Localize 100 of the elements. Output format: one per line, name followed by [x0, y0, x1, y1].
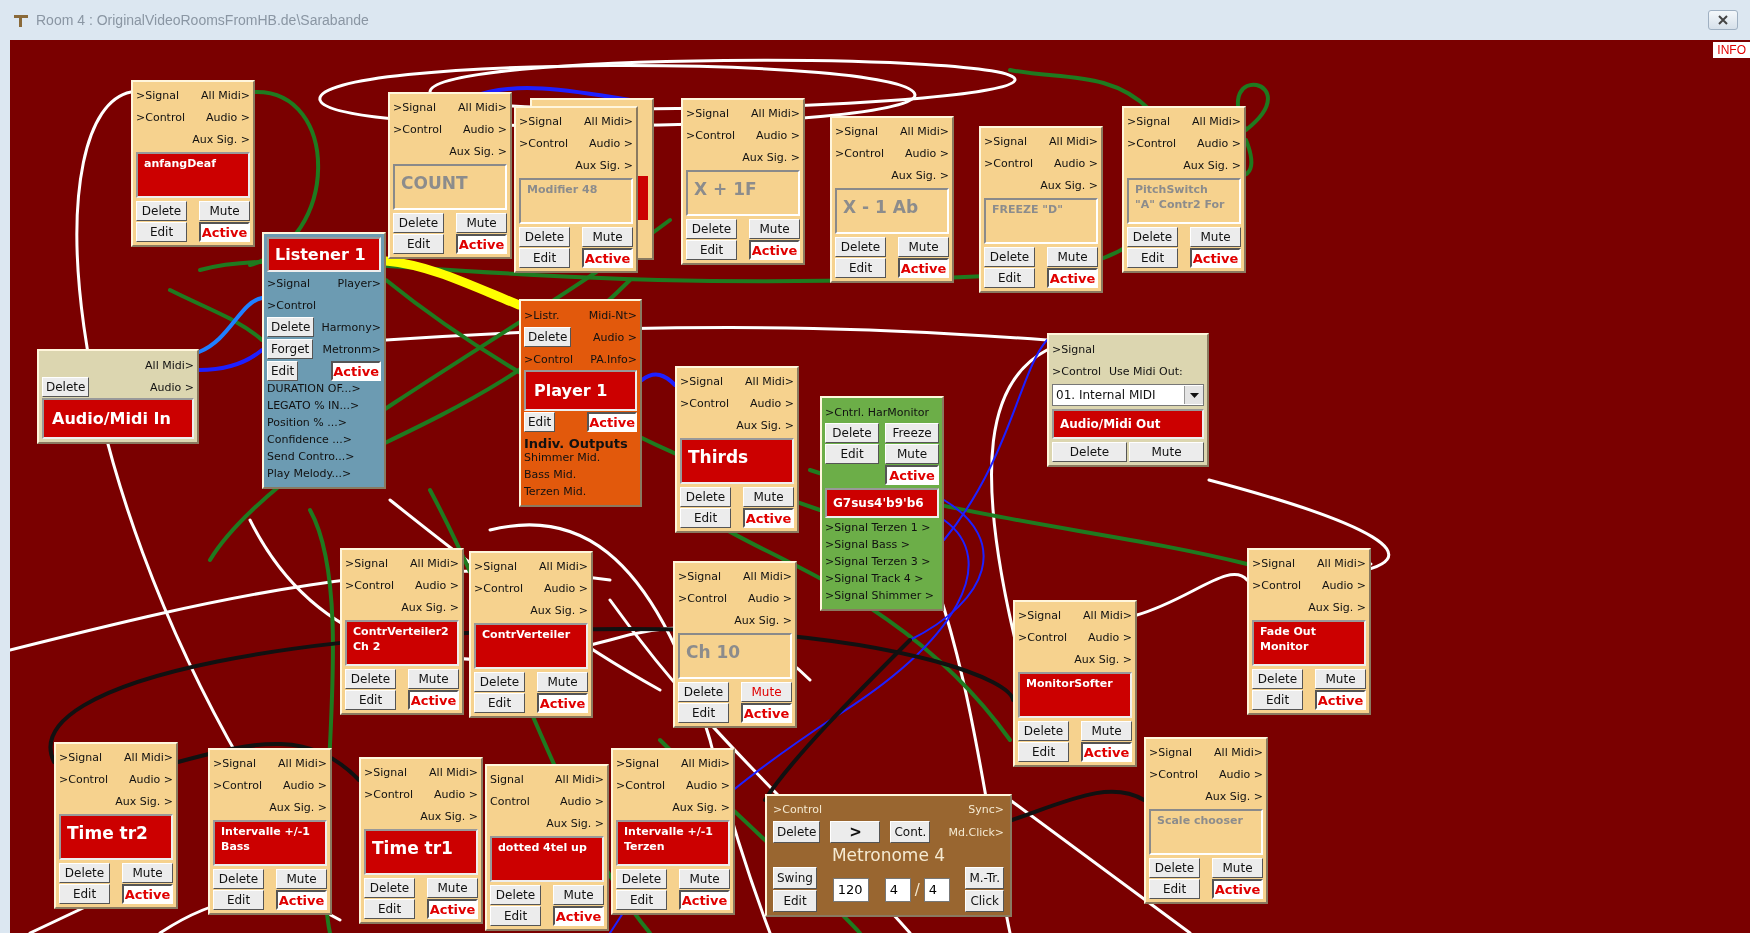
delete-button[interactable]: Delete	[393, 213, 444, 233]
active-indicator[interactable]: Active	[1190, 248, 1241, 268]
forget-button[interactable]: Forget	[267, 339, 314, 359]
active-indicator[interactable]: Active	[427, 899, 478, 919]
delete-button[interactable]: Delete	[474, 672, 525, 692]
delete-button[interactable]: Delete	[835, 237, 886, 257]
delete-button[interactable]: Delete	[59, 863, 110, 883]
mute-button[interactable]: Mute	[122, 863, 173, 883]
delete-button[interactable]: Delete	[1149, 858, 1200, 878]
active-indicator[interactable]: Active	[276, 890, 327, 910]
beats-field[interactable]: 4	[884, 877, 911, 902]
midi-out-select[interactable]: 01. Internal MIDI	[1052, 384, 1204, 406]
mute-button[interactable]: Mute	[1081, 721, 1132, 741]
mute-button[interactable]: Mute	[199, 201, 250, 221]
info-link[interactable]: INFO	[1713, 42, 1750, 58]
mute-button[interactable]: Mute	[885, 444, 939, 464]
mute-button[interactable]: Mute	[276, 869, 327, 889]
edit-button[interactable]: Edit	[1149, 879, 1200, 899]
active-indicator[interactable]: Active	[587, 412, 637, 432]
active-indicator[interactable]: Active	[199, 222, 250, 242]
edit-button[interactable]: Edit	[825, 444, 879, 464]
continue-button[interactable]: Cont.	[890, 821, 931, 843]
mute-button[interactable]: Mute	[408, 669, 459, 689]
edit-button[interactable]: Edit	[213, 890, 264, 910]
edit-button[interactable]: Edit	[835, 258, 886, 278]
edit-button[interactable]: Edit	[364, 899, 415, 919]
edit-button[interactable]: Edit	[524, 412, 556, 432]
edit-button[interactable]: Edit	[345, 690, 396, 710]
freeze-button[interactable]: Freeze	[885, 423, 939, 443]
mute-button[interactable]: Mute	[427, 878, 478, 898]
mute-button[interactable]: Mute	[749, 219, 800, 239]
delete-button[interactable]: Delete	[686, 219, 737, 239]
edit-button[interactable]: Edit	[773, 890, 817, 912]
mute-button[interactable]: Mute	[741, 682, 792, 702]
swing-button[interactable]: Swing	[773, 867, 817, 889]
delete-button[interactable]: Delete	[1127, 227, 1178, 247]
mute-button[interactable]: Mute	[1212, 858, 1263, 878]
active-indicator[interactable]: Active	[1047, 268, 1098, 288]
active-indicator[interactable]: Active	[1081, 742, 1132, 762]
active-indicator[interactable]: Active	[885, 465, 939, 485]
edit-button[interactable]: Edit	[519, 248, 570, 268]
delete-button[interactable]: Delete	[680, 487, 731, 507]
edit-button[interactable]: Edit	[686, 240, 737, 260]
close-button[interactable]	[1708, 10, 1738, 30]
edit-button[interactable]: Edit	[1127, 248, 1178, 268]
delete-button[interactable]: Delete	[616, 869, 667, 889]
mute-button[interactable]: Mute	[679, 869, 730, 889]
delete-button[interactable]: Delete	[984, 247, 1035, 267]
mute-button[interactable]: Mute	[743, 487, 794, 507]
active-indicator[interactable]: Active	[898, 258, 949, 278]
mute-button[interactable]: Mute	[1190, 227, 1241, 247]
edit-button[interactable]: Edit	[1252, 690, 1303, 710]
play-button[interactable]: >	[830, 821, 881, 843]
edit-button[interactable]: Edit	[136, 222, 187, 242]
tempo-field[interactable]: 120	[832, 877, 869, 902]
delete-button[interactable]: Delete	[524, 327, 572, 347]
edit-button[interactable]: Edit	[616, 890, 667, 910]
delete-button[interactable]: Delete	[825, 423, 879, 443]
edit-button[interactable]: Edit	[680, 508, 731, 528]
active-indicator[interactable]: Active	[741, 703, 792, 723]
delete-button[interactable]: Delete	[136, 201, 187, 221]
mute-button[interactable]: Mute	[553, 885, 604, 905]
mute-button[interactable]: Mute	[582, 227, 633, 247]
edit-button[interactable]: Edit	[678, 703, 729, 723]
unit-field[interactable]: 4	[923, 877, 950, 902]
edit-button[interactable]: Edit	[474, 693, 525, 713]
mute-button[interactable]: Mute	[1315, 669, 1366, 689]
mute-button[interactable]: Mute	[456, 213, 507, 233]
mute-button[interactable]: Mute	[1047, 247, 1098, 267]
mute-button[interactable]: Mute	[537, 672, 588, 692]
edit-button[interactable]: Edit	[393, 234, 444, 254]
delete-button[interactable]: Delete	[678, 682, 729, 702]
active-indicator[interactable]: Active	[582, 248, 633, 268]
active-indicator[interactable]: Active	[537, 693, 588, 713]
edit-button[interactable]: Edit	[490, 906, 541, 926]
active-indicator[interactable]: Active	[1212, 879, 1263, 899]
mute-button[interactable]: Mute	[1129, 442, 1204, 462]
delete-button[interactable]: Delete	[773, 821, 821, 843]
delete-button[interactable]: Delete	[490, 885, 541, 905]
active-indicator[interactable]: Active	[408, 690, 459, 710]
active-indicator[interactable]: Active	[679, 890, 730, 910]
edit-button[interactable]: Edit	[267, 361, 299, 381]
delete-button[interactable]: Delete	[345, 669, 396, 689]
active-indicator[interactable]: Active	[456, 234, 507, 254]
delete-button[interactable]: Delete	[213, 869, 264, 889]
active-indicator[interactable]: Active	[743, 508, 794, 528]
active-indicator[interactable]: Active	[331, 361, 381, 381]
edit-button[interactable]: Edit	[59, 884, 110, 904]
active-indicator[interactable]: Active	[749, 240, 800, 260]
click-button[interactable]: Click	[965, 890, 1004, 912]
active-indicator[interactable]: Active	[553, 906, 604, 926]
delete-button[interactable]: Delete	[267, 317, 315, 337]
active-indicator[interactable]: Active	[1315, 690, 1366, 710]
edit-button[interactable]: Edit	[1018, 742, 1069, 762]
delete-button[interactable]: Delete	[519, 227, 570, 247]
multitrack-button[interactable]: M.-Tr.	[965, 867, 1004, 889]
delete-button[interactable]: Delete	[364, 878, 415, 898]
mute-button[interactable]: Mute	[898, 237, 949, 257]
delete-button[interactable]: Delete	[1052, 442, 1127, 462]
delete-button[interactable]: Delete	[1018, 721, 1069, 741]
